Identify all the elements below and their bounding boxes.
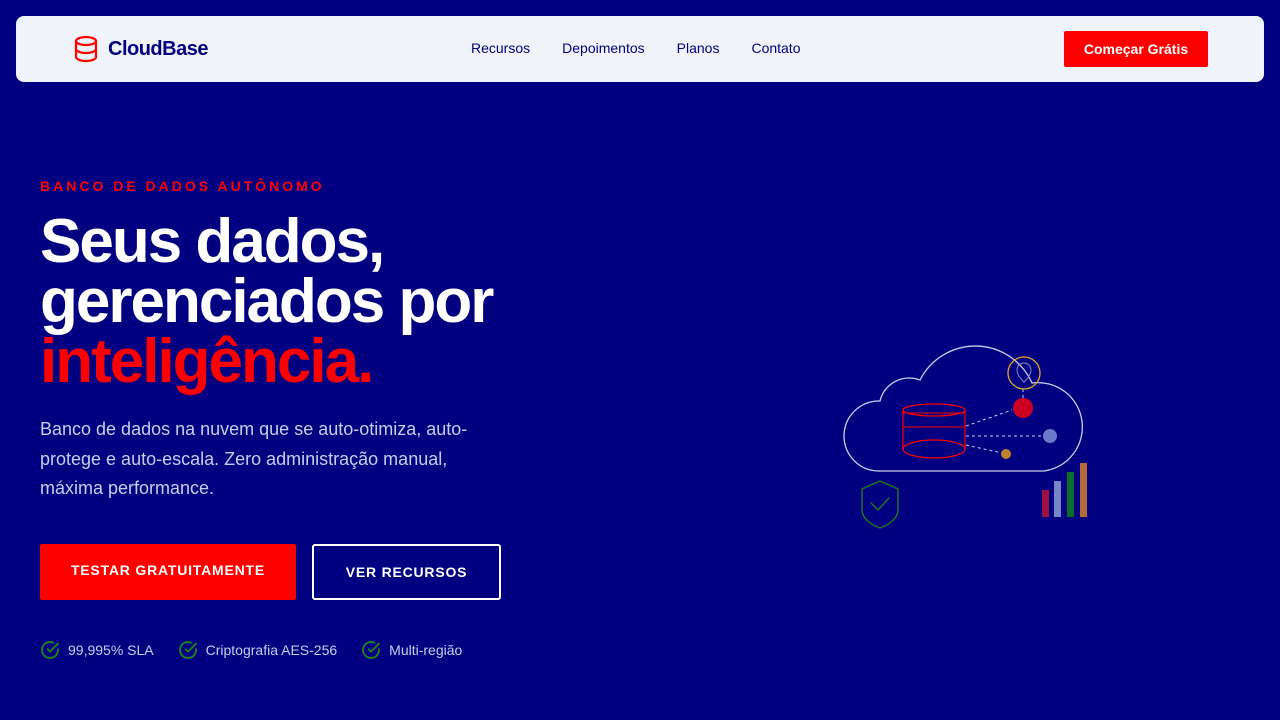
hero-eyebrow: BANCO DE DADOS AUTÔNOMO [40,178,325,194]
headline-line-2: gerenciados por [40,267,494,336]
nav-link-recursos[interactable]: Recursos [471,40,530,56]
navbar: CloudBase Recursos Depoimentos Planos Co… [16,16,1264,82]
badge-sla: 99,995% SLA [40,640,154,660]
badge-label: Multi-região [389,642,463,658]
database-icon [902,403,966,459]
hero-headline: Seus dados, gerenciados por inteligência… [40,211,494,393]
connection-lines [965,389,1046,454]
ai-brain-icon [1007,356,1041,390]
headline-line-1: Seus dados, [40,207,385,276]
node-blue [1043,429,1057,443]
brand-name: CloudBase [108,37,208,60]
nav-links: Recursos Depoimentos Planos Contato [471,40,833,56]
badge-label: Criptografia AES-256 [205,642,338,658]
node-red [1013,398,1033,418]
start-free-button[interactable]: Começar Grátis [1064,31,1208,67]
try-free-button[interactable]: TESTAR GRATUITAMENTE [40,544,296,600]
database-icon [74,35,98,63]
check-circle-icon [41,641,59,659]
trust-badges: 99,995% SLA Criptografia AES-256 Multi-r… [40,640,486,660]
bar-chart-icon [1042,463,1087,517]
hero-illustration [843,345,1087,529]
nav-link-depoimentos[interactable]: Depoimentos [562,40,645,56]
badge-label: 99,995% SLA [68,642,154,658]
check-circle-icon [178,641,197,659]
badge-multi-region: Multi-região [361,640,462,660]
view-features-button[interactable]: VER RECURSOS [312,544,501,600]
node-orange [1001,449,1011,459]
check-circle-icon [362,641,381,659]
brand-logo[interactable]: CloudBase [72,35,208,63]
nav-link-planos[interactable]: Planos [677,40,720,56]
shield-check-icon [861,480,899,529]
badge-encryption: Criptografia AES-256 [178,640,338,660]
headline-highlight: inteligência. [40,327,374,396]
nav-link-contato[interactable]: Contato [751,40,800,56]
hero-subtitle: Banco de dados na nuvem que se auto-otim… [40,419,468,498]
